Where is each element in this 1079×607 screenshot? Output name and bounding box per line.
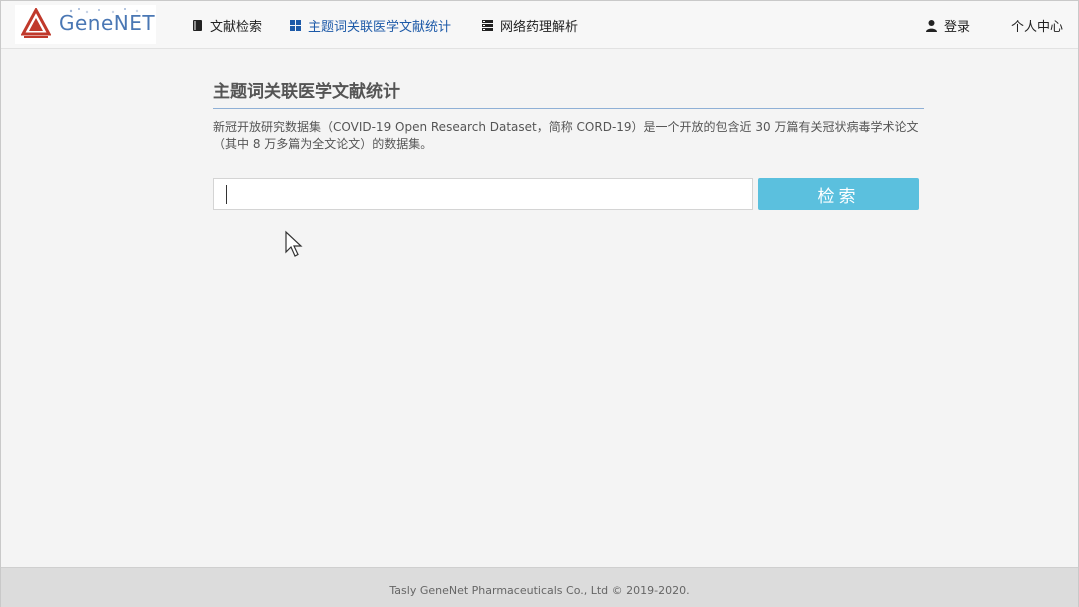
user-icon — [926, 19, 937, 32]
nav-item-network-pharmacology[interactable]: 网络药理解析 — [481, 15, 578, 35]
app-window: GeneNET 文献检索 主题词关联医学文献统计 网络药理解析 登录 个人中心 … — [0, 0, 1079, 607]
footer-copyright: Tasly GeneNet Pharmaceuticals Co., Ltd ©… — [389, 584, 690, 597]
grid-icon — [290, 19, 301, 31]
list-icon — [482, 19, 493, 31]
mouse-pointer-icon — [285, 230, 303, 257]
text-caret — [226, 185, 227, 204]
page-title: 主题词关联医学文献统计 — [213, 82, 400, 102]
book-icon — [193, 19, 202, 31]
search-button[interactable]: 检索 — [758, 178, 919, 210]
user-center-link[interactable]: 个人中心 — [1011, 15, 1063, 35]
login-link[interactable]: 登录 — [925, 15, 970, 35]
nav-item-label: 文献检索 — [210, 19, 263, 35]
nav-item-literature-search[interactable]: 文献检索 — [191, 15, 262, 35]
nav-item-label: 主题词关联医学文献统计 — [308, 19, 452, 35]
nav-item-topic-statistics[interactable]: 主题词关联医学文献统计 — [289, 15, 451, 35]
logo[interactable]: GeneNET — [15, 5, 156, 44]
navbar: GeneNET 文献检索 主题词关联医学文献统计 网络药理解析 登录 个人中心 — [1, 1, 1078, 49]
login-label: 登录 — [944, 19, 971, 35]
nav-item-label: 网络药理解析 — [500, 19, 579, 35]
footer: Tasly GeneNet Pharmaceuticals Co., Ltd ©… — [1, 567, 1078, 607]
tasly-logo-icon — [21, 8, 51, 38]
user-center-label: 个人中心 — [1011, 19, 1064, 35]
title-divider — [213, 108, 924, 109]
logo-brand-text: GeneNET — [59, 11, 156, 35]
dataset-description: 新冠开放研究数据集（COVID-19 Open Research Dataset… — [213, 120, 919, 151]
search-input[interactable] — [213, 178, 753, 210]
